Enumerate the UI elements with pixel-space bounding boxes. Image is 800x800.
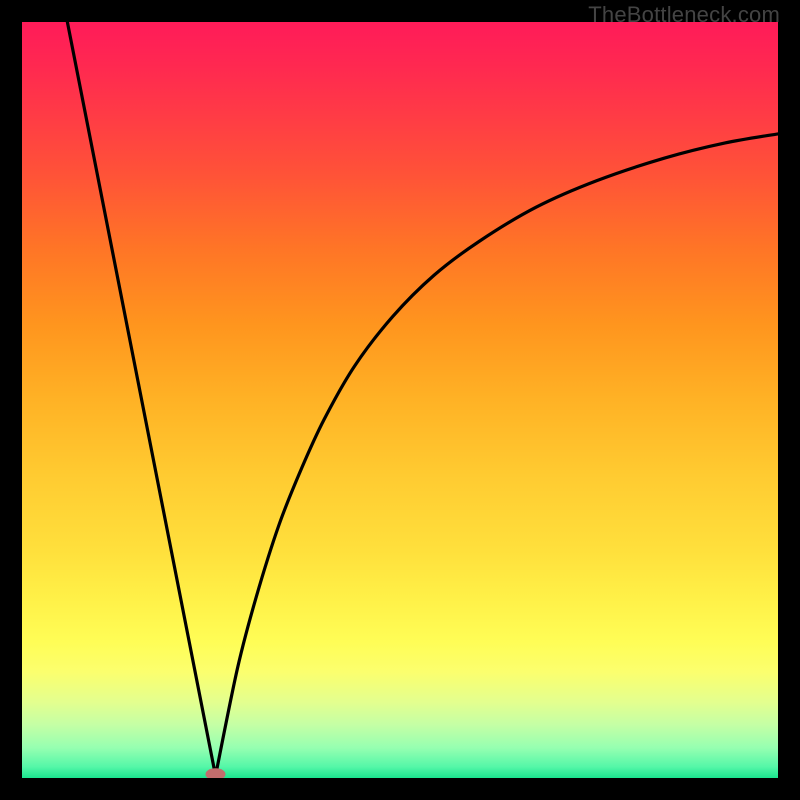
chart-background: [22, 22, 778, 778]
chart-svg: [22, 22, 778, 778]
plot-area: [22, 22, 778, 778]
chart-frame: TheBottleneck.com: [0, 0, 800, 800]
